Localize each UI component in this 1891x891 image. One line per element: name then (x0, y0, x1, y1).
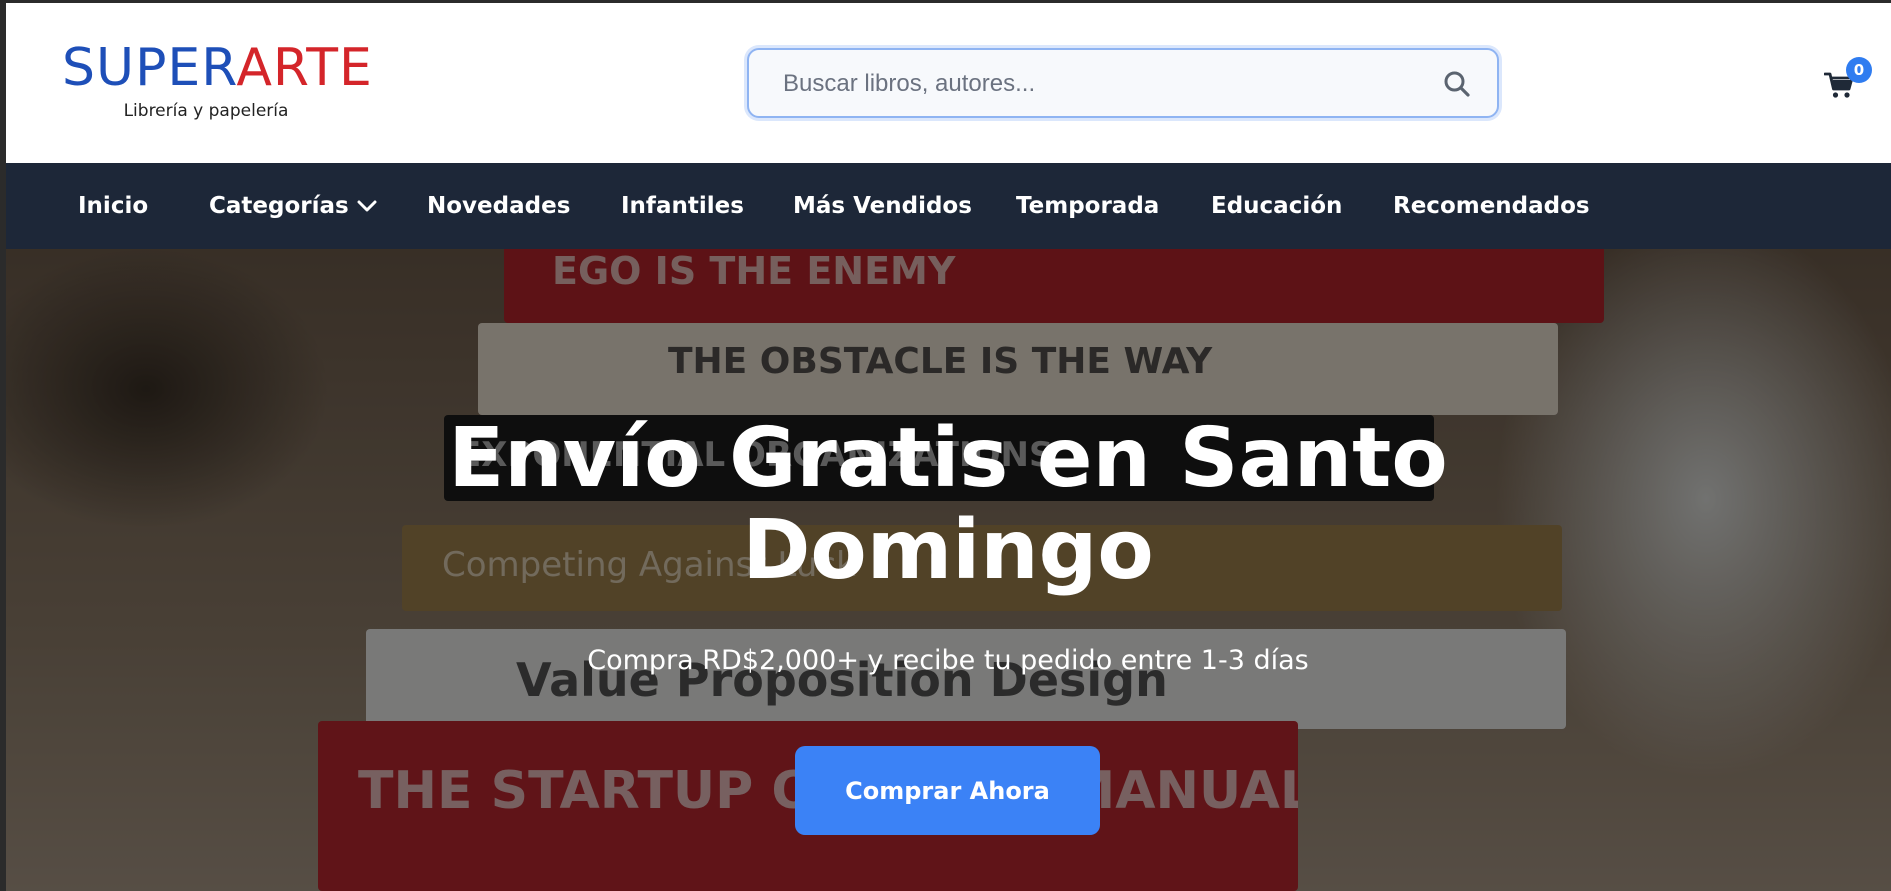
logo-part-arte: ARTE (236, 38, 373, 98)
nav-item-recomendados[interactable]: Recomendados (1393, 163, 1590, 249)
nav-item-label: Categorías (209, 193, 349, 219)
hero-title: Envío Gratis en Santo Domingo (448, 411, 1448, 598)
cart-button[interactable]: 0 (1823, 57, 1872, 103)
nav-item-label: Inicio (78, 193, 149, 219)
nav-item-categorias[interactable]: Categorías (209, 163, 377, 249)
cart-count-badge: 0 (1846, 57, 1872, 83)
nav-item-label: Más Vendidos (793, 193, 972, 219)
search-icon[interactable] (1439, 66, 1475, 102)
nav-item-label: Infantiles (621, 193, 744, 219)
search-input[interactable] (783, 64, 1423, 104)
logo-part-super: SUPER (62, 38, 237, 98)
nav-item-infantiles[interactable]: Infantiles (621, 163, 744, 249)
site-header: SUPERARTE Librería y papelería Buscar li… (6, 3, 1891, 163)
nav-item-label: Recomendados (1393, 193, 1590, 219)
browser-viewport: SUPERARTE Librería y papelería Buscar li… (6, 3, 1891, 891)
shop-now-button[interactable]: Comprar Ahora (795, 746, 1100, 835)
logo-wordmark: SUPERARTE (62, 39, 412, 97)
chevron-down-icon (357, 199, 377, 213)
nav-item-inicio[interactable]: Inicio (78, 163, 148, 249)
hero-subtitle: Compra RD$2,000+ y recibe tu pedido entr… (587, 645, 1309, 676)
logo-tagline: Librería y papelería (123, 101, 289, 121)
nav-item-mas-vendidos[interactable]: Más Vendidos (793, 163, 972, 249)
nav-item-novedades[interactable]: Novedades (427, 163, 570, 249)
hero-banner: EGO IS THE ENEMY THE OBSTACLE IS THE WAY… (6, 249, 1891, 891)
search-bar (747, 48, 1499, 118)
site-logo[interactable]: SUPERARTE Librería y papelería (62, 39, 412, 121)
nav-item-temporada[interactable]: Temporada (1016, 163, 1159, 249)
main-navigation: Inicio Categorías Novedades Infantiles M… (6, 163, 1891, 249)
nav-item-label: Educación (1211, 193, 1343, 219)
nav-item-label: Novedades (427, 193, 571, 219)
nav-item-label: Temporada (1016, 193, 1160, 219)
nav-item-educacion[interactable]: Educación (1211, 163, 1342, 249)
